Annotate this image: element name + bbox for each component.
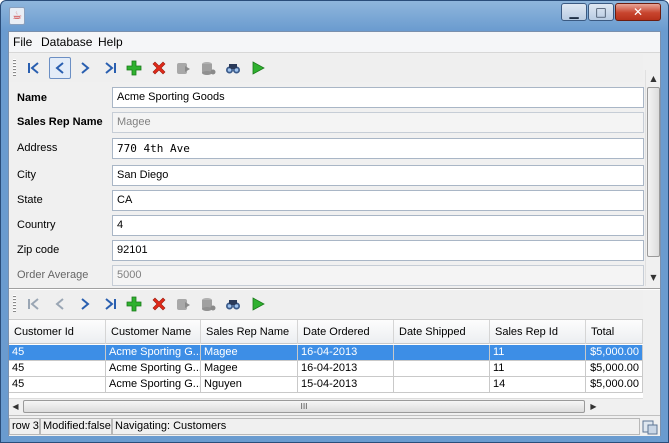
cell-sales-rep-name: Nguyen bbox=[201, 377, 298, 393]
form-vertical-scrollbar[interactable]: ▲ ▼ bbox=[645, 70, 660, 286]
run-icon[interactable] bbox=[247, 57, 269, 79]
cell-date-shipped bbox=[394, 345, 490, 361]
column-header-date-ordered[interactable]: Date Ordered bbox=[298, 320, 394, 344]
column-header-date-shipped[interactable]: Date Shipped bbox=[394, 320, 490, 344]
scroll-up-arrow-icon[interactable]: ▲ bbox=[647, 71, 660, 86]
first-record-icon[interactable] bbox=[23, 293, 45, 315]
menu-database[interactable]: Database bbox=[41, 35, 92, 49]
add-record-icon[interactable] bbox=[123, 293, 145, 315]
window-resize-icon[interactable] bbox=[642, 419, 658, 435]
cell-sales-rep-id: 11 bbox=[490, 345, 586, 361]
table-horizontal-scrollbar[interactable]: ◀ III ▶ bbox=[9, 398, 643, 413]
delete-record-icon[interactable] bbox=[148, 57, 170, 79]
scroll-left-arrow-icon[interactable]: ◀ bbox=[9, 399, 22, 414]
app-window: ☕ ▁ □ ✕ File Database Help Name Acme Spo… bbox=[0, 0, 669, 443]
cell-customer-id: 45 bbox=[9, 361, 106, 377]
revert-record-icon[interactable] bbox=[197, 293, 219, 315]
column-header-customer-id[interactable]: Customer Id bbox=[9, 320, 106, 344]
scroll-thumb[interactable]: III bbox=[23, 400, 585, 413]
scroll-right-arrow-icon[interactable]: ▶ bbox=[587, 399, 600, 414]
city-field[interactable]: San Diego bbox=[112, 165, 644, 186]
city-label: City bbox=[17, 169, 36, 181]
table-row[interactable]: 45 Acme Sporting G... Nguyen 15-04-2013 … bbox=[9, 377, 643, 393]
menu-bar: File Database Help bbox=[9, 32, 660, 53]
status-navigating: Navigating: Customers bbox=[112, 418, 640, 435]
zip-code-field[interactable]: 92101 bbox=[112, 240, 644, 261]
find-icon[interactable] bbox=[222, 293, 244, 315]
delete-record-icon[interactable] bbox=[148, 293, 170, 315]
customer-form: Name Acme Sporting Goods Sales Rep Name … bbox=[9, 83, 644, 288]
next-record-icon[interactable] bbox=[74, 57, 96, 79]
cell-sales-rep-name: Magee bbox=[201, 361, 298, 377]
last-record-icon[interactable] bbox=[99, 293, 121, 315]
zip-code-label: Zip code bbox=[17, 244, 60, 256]
orders-table: Customer Id Customer Name Sales Rep Name… bbox=[9, 319, 643, 399]
client-area: File Database Help Name Acme Sporting Go… bbox=[8, 31, 661, 436]
cell-customer-id: 45 bbox=[9, 377, 106, 393]
toolbar-grip[interactable] bbox=[13, 59, 16, 77]
cell-customer-name: Acme Sporting G... bbox=[106, 361, 201, 377]
status-row: row 3 bbox=[9, 418, 40, 435]
column-header-total[interactable]: Total bbox=[586, 320, 643, 344]
save-record-icon[interactable] bbox=[172, 293, 194, 315]
name-field[interactable]: Acme Sporting Goods bbox=[112, 87, 644, 108]
title-bar[interactable]: ☕ ▁ □ ✕ bbox=[1, 1, 668, 31]
cell-customer-name: Acme Sporting G... bbox=[106, 345, 201, 361]
cell-customer-name: Acme Sporting G... bbox=[106, 377, 201, 393]
cell-date-shipped bbox=[394, 361, 490, 377]
close-button[interactable]: ✕ bbox=[615, 3, 661, 21]
table-row[interactable]: 45 Acme Sporting G... Magee 16-04-2013 1… bbox=[9, 345, 643, 361]
menu-file[interactable]: File bbox=[13, 35, 32, 49]
find-icon[interactable] bbox=[222, 57, 244, 79]
cell-total: $5,000.00 bbox=[586, 377, 643, 393]
state-label: State bbox=[17, 194, 43, 206]
table-header: Customer Id Customer Name Sales Rep Name… bbox=[9, 320, 643, 344]
run-icon[interactable] bbox=[247, 293, 269, 315]
cell-customer-id: 45 bbox=[9, 345, 106, 361]
menu-help[interactable]: Help bbox=[98, 35, 123, 49]
cell-total: $5,000.00 bbox=[586, 361, 643, 377]
first-record-icon[interactable] bbox=[23, 57, 45, 79]
country-label: Country bbox=[17, 219, 56, 231]
scroll-thumb[interactable] bbox=[647, 87, 660, 257]
cell-date-ordered: 15-04-2013 bbox=[298, 377, 394, 393]
maximize-button[interactable]: □ bbox=[588, 3, 614, 21]
order-average-field: 5000 bbox=[112, 265, 644, 286]
add-record-icon[interactable] bbox=[123, 57, 145, 79]
order-average-label: Order Average bbox=[17, 269, 89, 281]
cell-date-ordered: 16-04-2013 bbox=[298, 345, 394, 361]
table-navigation-toolbar bbox=[9, 290, 643, 318]
status-modified: Modified:false bbox=[40, 418, 112, 435]
toolbar-grip[interactable] bbox=[13, 295, 16, 313]
form-navigation-toolbar bbox=[9, 54, 643, 82]
table-row[interactable]: 45 Acme Sporting G... Magee 16-04-2013 1… bbox=[9, 361, 643, 377]
save-record-icon[interactable] bbox=[172, 57, 194, 79]
minimize-button[interactable]: ▁ bbox=[561, 3, 587, 21]
column-header-customer-name[interactable]: Customer Name bbox=[106, 320, 201, 344]
cell-date-ordered: 16-04-2013 bbox=[298, 361, 394, 377]
cell-sales-rep-id: 11 bbox=[490, 361, 586, 377]
revert-record-icon[interactable] bbox=[197, 57, 219, 79]
status-bar: row 3 Modified:false Navigating: Custome… bbox=[9, 415, 660, 436]
name-label: Name bbox=[17, 92, 47, 104]
address-label: Address bbox=[17, 142, 58, 154]
column-header-sales-rep-id[interactable]: Sales Rep Id bbox=[490, 320, 586, 344]
address-field[interactable]: 770 4th Ave bbox=[112, 138, 644, 159]
previous-record-icon[interactable] bbox=[49, 293, 71, 315]
column-header-sales-rep-name[interactable]: Sales Rep Name bbox=[201, 320, 298, 344]
previous-record-icon[interactable] bbox=[49, 57, 71, 79]
cell-sales-rep-name: Magee bbox=[201, 345, 298, 361]
country-field[interactable]: 4 bbox=[112, 215, 644, 236]
last-record-icon[interactable] bbox=[99, 57, 121, 79]
state-field[interactable]: CA bbox=[112, 190, 644, 211]
java-app-icon: ☕ bbox=[9, 7, 25, 25]
cell-total: $5,000.00 bbox=[586, 345, 643, 361]
cell-date-shipped bbox=[394, 377, 490, 393]
next-record-icon[interactable] bbox=[74, 293, 96, 315]
sales-rep-field: Magee bbox=[112, 112, 644, 133]
sales-rep-label: Sales Rep Name bbox=[17, 116, 103, 128]
cell-sales-rep-id: 14 bbox=[490, 377, 586, 393]
scroll-down-arrow-icon[interactable]: ▼ bbox=[647, 270, 660, 285]
